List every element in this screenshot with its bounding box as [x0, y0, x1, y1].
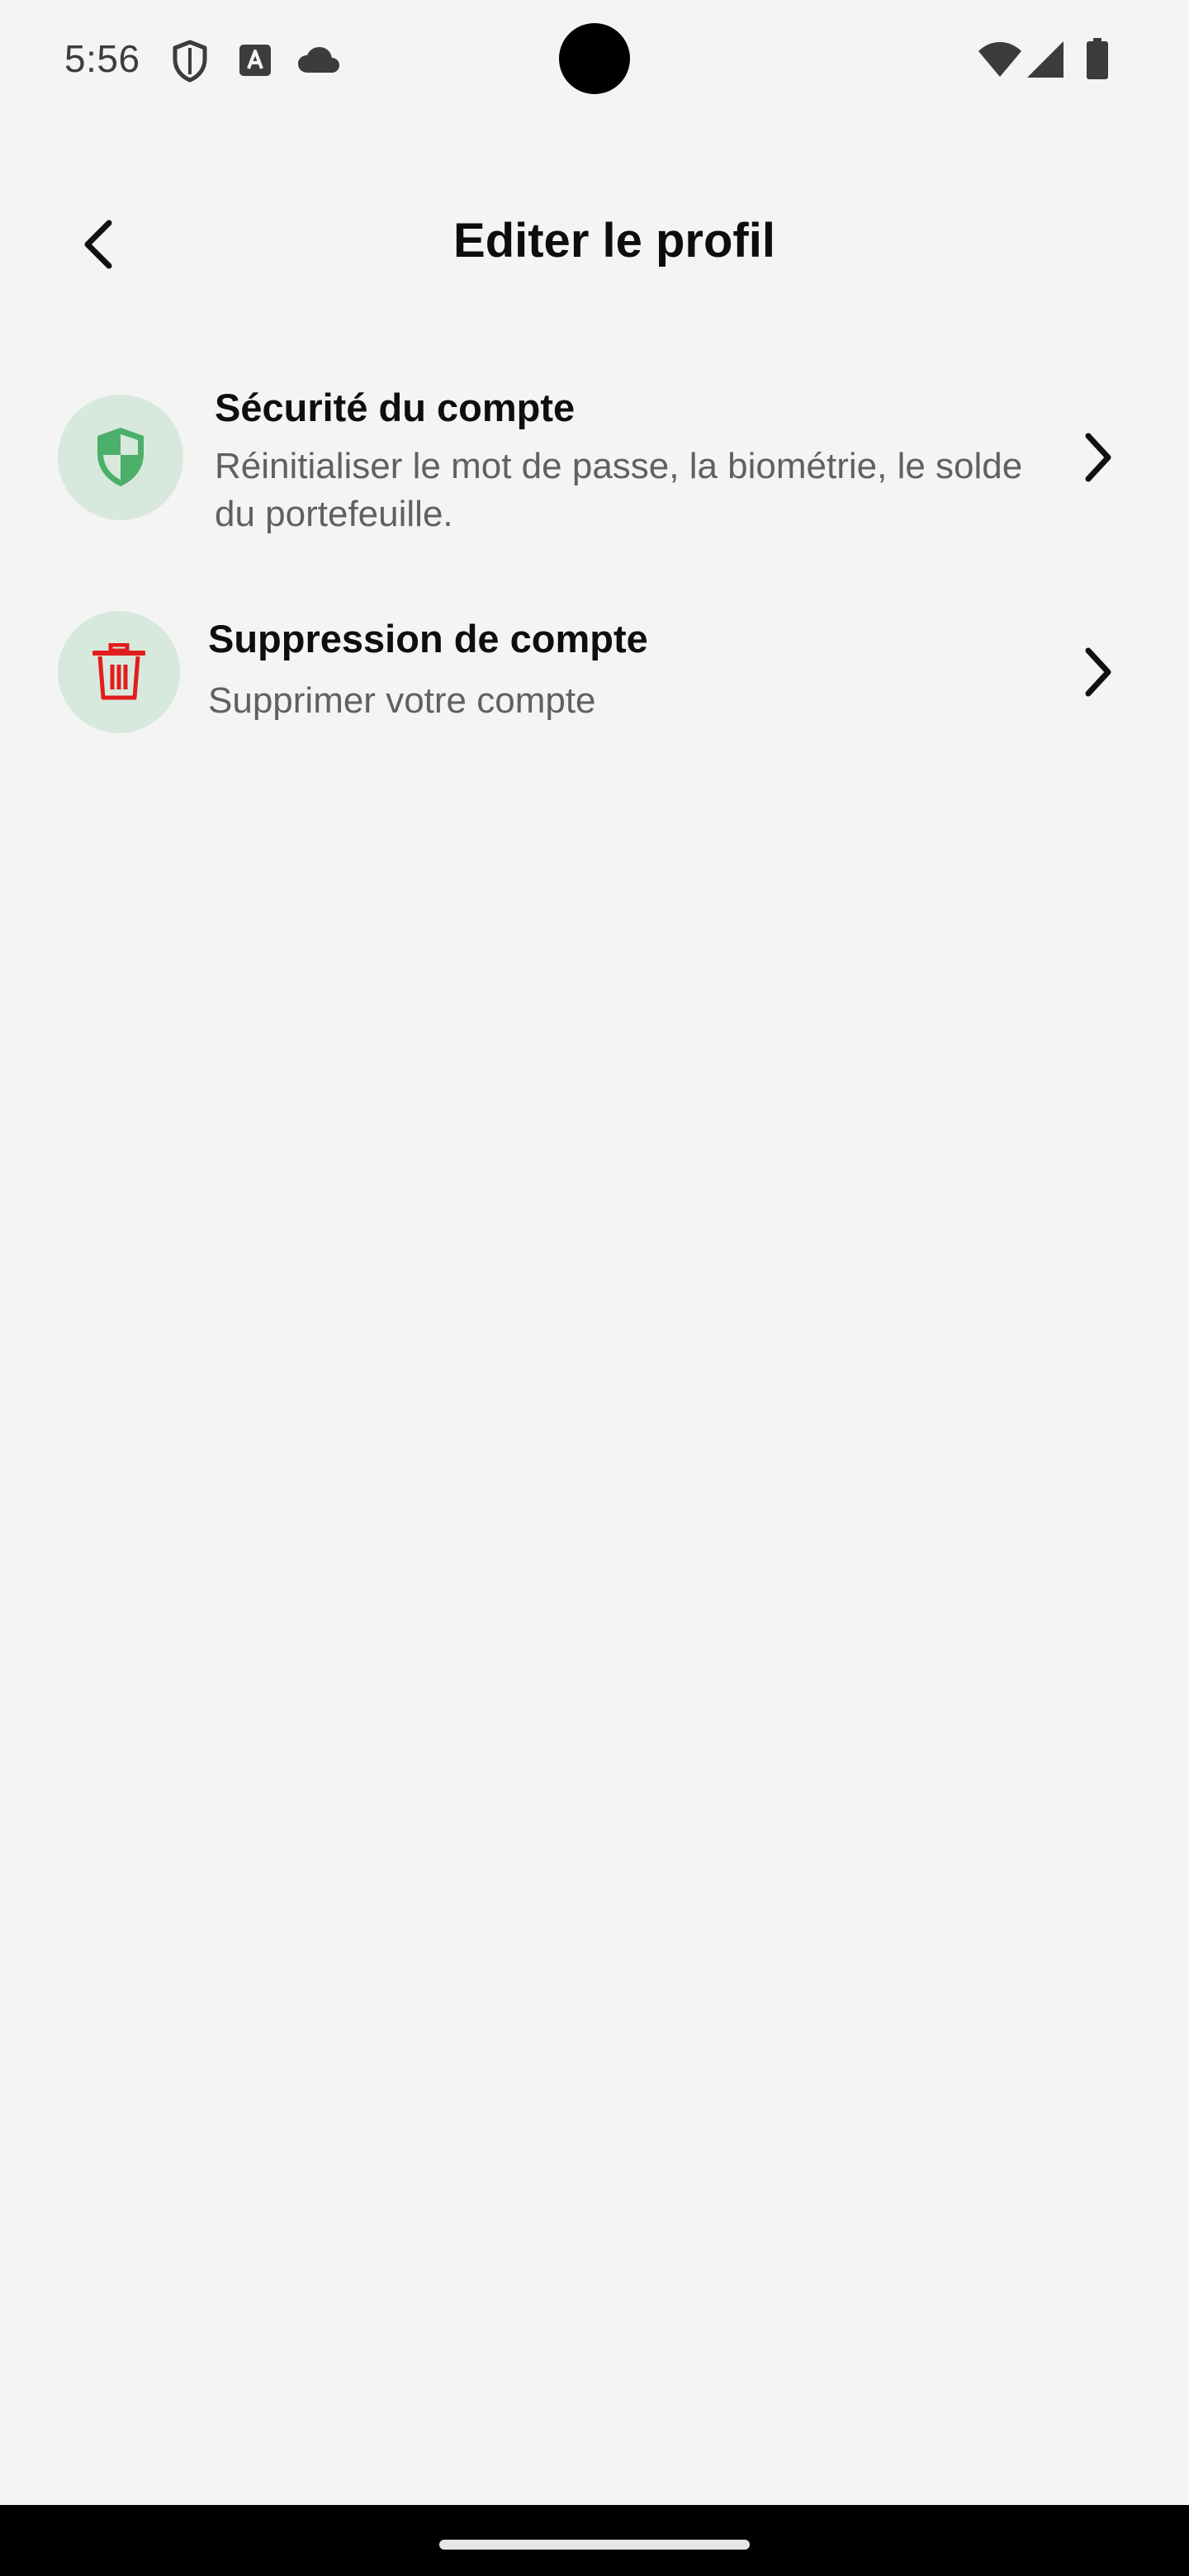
account-deletion-chevron	[1073, 639, 1123, 705]
home-indicator[interactable]	[439, 2540, 750, 2550]
item-subtitle: Réinitialiser le mot de passe, la biomét…	[215, 446, 1023, 534]
page-title: Editer le profil	[453, 214, 775, 268]
shield-icon	[173, 40, 207, 83]
item-title: Sécurité du compte	[215, 386, 576, 429]
trash-icon	[92, 643, 145, 700]
chevron-right-icon	[1085, 433, 1111, 482]
status-time: 5:56	[64, 37, 140, 80]
header: Editer le profil	[0, 182, 1189, 305]
account-security-chevron	[1073, 424, 1123, 490]
system-nav-bar	[0, 2505, 1189, 2576]
account-security-item[interactable]: Sécurité du compte Réinitialiser le mot …	[0, 380, 1189, 537]
item-title: Suppression de compte	[208, 617, 648, 661]
font-download-icon	[239, 45, 271, 76]
chevron-right-icon	[1085, 647, 1111, 697]
delete-icon-circle	[58, 611, 180, 733]
status-bar: 5:56	[0, 0, 1189, 119]
battery-icon	[1087, 38, 1108, 79]
wifi-icon	[978, 42, 1021, 77]
cell-signal-icon	[1027, 41, 1063, 78]
security-icon-circle	[58, 395, 183, 520]
camera-cutout	[559, 23, 630, 94]
item-subtitle: Supprimer votre compte	[208, 680, 596, 721]
security-shield-icon	[97, 428, 144, 486]
account-deletion-item[interactable]: Suppression de compte Supprimer votre co…	[0, 611, 1189, 735]
cloud-icon	[298, 47, 339, 73]
